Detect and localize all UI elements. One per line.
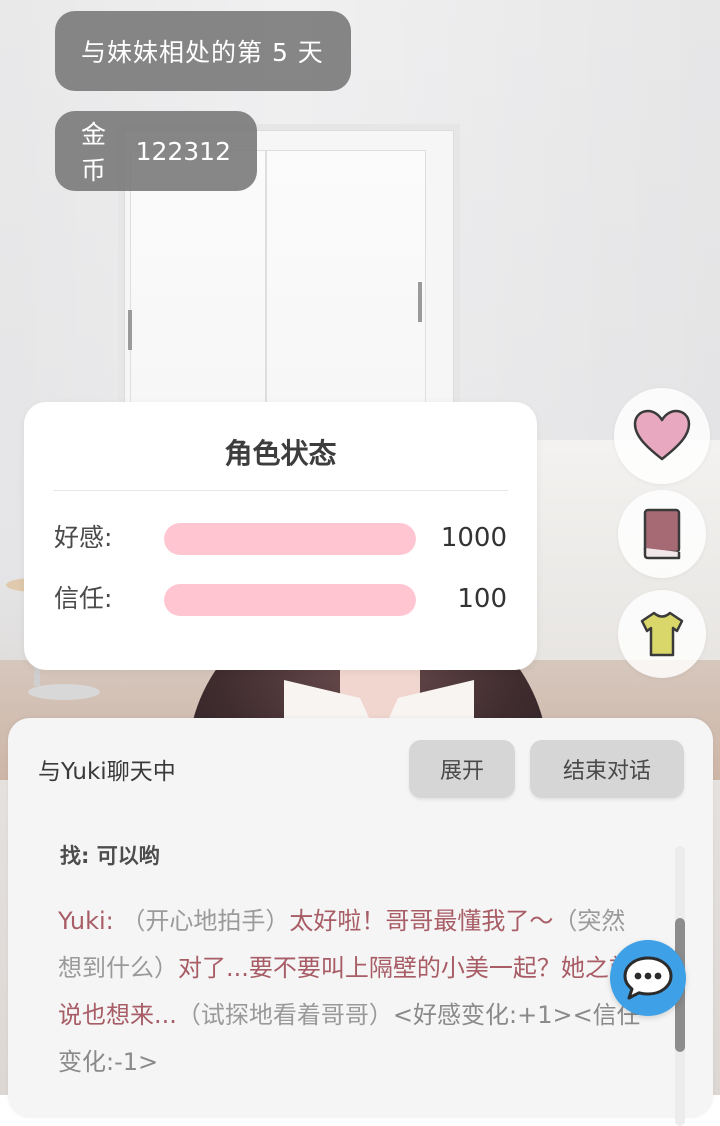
character-status-card: 角色状态 好感: 1000 信任: 100 [24,402,537,670]
status-divider [53,490,508,491]
affection-button[interactable] [614,388,710,484]
chat-bubble-icon [623,956,673,1000]
yuki-speech-1: 太好啦！哥哥最懂我了～ [289,907,554,935]
affection-bar-fill [164,523,416,555]
shirt-icon [640,611,684,657]
side-table-base [28,684,100,700]
book-icon [643,508,681,560]
stat-row-affection: 好感: 1000 [24,518,537,558]
trust-value: 100 [457,584,507,614]
affection-label: 好感: [54,523,113,552]
stat-row-trust: 信任: 100 [24,579,537,619]
closet-handle-right [418,282,422,322]
player-message-text: 可以哟 [96,844,160,868]
closet-handle-left [128,310,132,350]
status-card-title: 角色状态 [224,437,337,470]
diary-button[interactable] [618,490,706,578]
chat-fab-button[interactable] [610,940,686,1016]
affection-bar [164,523,416,555]
player-message: 找: 可以哟 [60,840,160,870]
chat-panel: 与Yuki聊天中 展开 结束对话 找: 可以哟 Yuki: （开心地拍手）太好啦… [8,718,713,1126]
end-conversation-button[interactable]: 结束对话 [530,740,684,798]
yuki-speaker: Yuki: [58,907,114,935]
day-counter-badge: 与妹妹相处的第 5 天 [55,11,351,91]
expand-button[interactable]: 展开 [409,740,515,798]
player-speaker: 找: [60,844,90,868]
gold-value: 122312 [135,136,231,166]
yuki-message: Yuki: （开心地拍手）太好啦！哥哥最懂我了～（突然想到什么）对了...要不要… [58,898,643,1086]
trust-bar-fill [164,584,416,616]
chat-title: 与Yuki聊天中 [38,759,176,785]
yuki-action-1: （开心地拍手） [121,907,290,935]
gold-label: 金币 [81,120,107,185]
yuki-action-3: （试探地看着哥哥） [176,1001,393,1029]
trust-bar [164,584,416,616]
gold-badge: 金币 122312 [55,111,257,191]
day-counter-text: 与妹妹相处的第 5 天 [81,38,324,67]
affection-value: 1000 [440,523,507,553]
heart-icon [633,409,691,461]
wardrobe-button[interactable] [618,590,706,678]
trust-label: 信任: [54,584,113,613]
